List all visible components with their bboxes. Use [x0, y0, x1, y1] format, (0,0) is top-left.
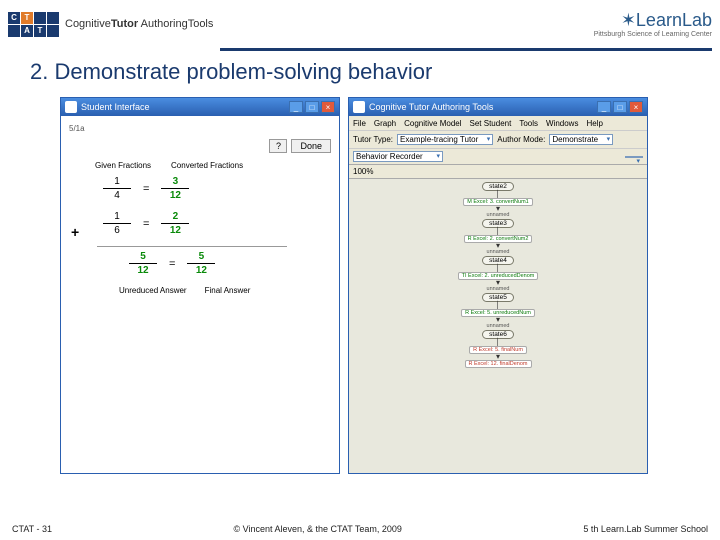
maximize-button[interactable]: □ — [613, 101, 627, 113]
menu-item[interactable]: Set Student — [470, 119, 512, 128]
student-interface-window: Student Interface _ □ × 5/1a ? Done Give… — [60, 97, 340, 474]
edge-label: unnamed — [487, 212, 510, 218]
edge-label: unnamed — [487, 323, 510, 329]
logo-box — [47, 25, 59, 37]
done-button[interactable]: Done — [291, 139, 331, 153]
denominator[interactable]: 4 — [105, 190, 129, 201]
footer-right: 5 th Learn.Lab Summer School — [583, 524, 708, 534]
minimize-button[interactable]: _ — [597, 101, 611, 113]
ctat-title: CognitiveTutor AuthoringTools — [65, 18, 213, 30]
ctat-logo: C T A T CognitiveTutor AuthoringTools — [8, 12, 213, 37]
close-button[interactable]: × — [321, 101, 335, 113]
maximize-button[interactable]: □ — [305, 101, 319, 113]
menu-item[interactable]: Windows — [546, 119, 578, 128]
dropdown-icon[interactable] — [625, 156, 643, 158]
col-header: Converted Fractions — [171, 161, 243, 170]
menu-item[interactable]: Graph — [374, 119, 396, 128]
denominator[interactable]: 12 — [131, 265, 155, 276]
author-mode-select[interactable]: Demonstrate — [549, 134, 613, 145]
learnlab-logo: ✶LearnLab Pittsburgh Science of Learning… — [594, 10, 712, 38]
numerator[interactable]: 1 — [105, 176, 129, 187]
numerator[interactable]: 3 — [163, 176, 187, 187]
ctat-authoring-window: Cognitive Tutor Authoring Tools _ □ × Fi… — [348, 97, 648, 474]
logo-letter: T — [21, 12, 33, 24]
equals-sign: = — [143, 218, 149, 230]
answer-label: Final Answer — [205, 286, 251, 295]
logo-box — [47, 12, 59, 24]
close-button[interactable]: × — [629, 101, 643, 113]
equals-sign: = — [143, 183, 149, 195]
menu-item[interactable]: Tools — [519, 119, 538, 128]
numerator[interactable]: 2 — [163, 211, 187, 222]
toolbar: Tutor Type: Example-tracing Tutor Author… — [349, 131, 647, 149]
logo-letter: T — [34, 25, 46, 37]
denominator[interactable]: 12 — [163, 225, 187, 236]
logo-box — [8, 25, 20, 37]
footer-left: CTAT - 31 — [12, 524, 52, 534]
titlebar[interactable]: Student Interface _ □ × — [61, 98, 339, 116]
menu-bar: File Graph Cognitive Model Set Student T… — [349, 116, 647, 131]
menu-item[interactable]: File — [353, 119, 366, 128]
equals-sign: = — [169, 258, 175, 270]
logo-letter: C — [8, 12, 20, 24]
edge-label: unnamed — [487, 249, 510, 255]
slide-footer: CTAT - 31 © Vincent Aleven, & the CTAT T… — [0, 524, 720, 534]
numerator[interactable]: 5 — [131, 251, 155, 262]
author-mode-label: Author Mode: — [497, 135, 545, 144]
window-title: Student Interface — [81, 102, 289, 112]
app-icon — [353, 101, 365, 113]
hint-button[interactable]: ? — [269, 139, 287, 153]
denominator[interactable]: 12 — [163, 190, 187, 201]
header-bar: C T A T CognitiveTutor AuthoringTools ✶L… — [0, 0, 720, 48]
slide-title: 2. Demonstrate problem-solving behavior — [0, 51, 720, 97]
behavior-graph[interactable]: state2 │ M Excel: 3. convertNum1 ▾ unnam… — [349, 179, 647, 473]
numerator[interactable]: 1 — [105, 211, 129, 222]
footer-center: © Vincent Aleven, & the CTAT Team, 2009 — [234, 524, 402, 534]
col-header: Given Fractions — [95, 161, 151, 170]
behavior-recorder-select[interactable]: Behavior Recorder — [353, 151, 443, 162]
tutor-type-select[interactable]: Example-tracing Tutor — [397, 134, 493, 145]
denominator[interactable]: 12 — [189, 265, 213, 276]
zoom-level[interactable]: 100% — [349, 165, 647, 179]
numerator[interactable]: 5 — [189, 251, 213, 262]
graph-edge[interactable]: R Excel: 12. finalDenom — [465, 360, 532, 368]
tutor-type-label: Tutor Type: — [353, 135, 393, 144]
logo-letter: A — [21, 25, 33, 37]
menu-item[interactable]: Help — [586, 119, 602, 128]
problem-id: 5/1a — [69, 124, 331, 133]
minimize-button[interactable]: _ — [289, 101, 303, 113]
window-title: Cognitive Tutor Authoring Tools — [369, 102, 597, 112]
titlebar[interactable]: Cognitive Tutor Authoring Tools _ □ × — [349, 98, 647, 116]
edge-label: unnamed — [487, 286, 510, 292]
answer-label: Unreduced Answer — [119, 286, 187, 295]
plus-sign: + — [71, 224, 79, 240]
menu-item[interactable]: Cognitive Model — [404, 119, 461, 128]
app-icon — [65, 101, 77, 113]
logo-box — [34, 12, 46, 24]
denominator[interactable]: 6 — [105, 225, 129, 236]
